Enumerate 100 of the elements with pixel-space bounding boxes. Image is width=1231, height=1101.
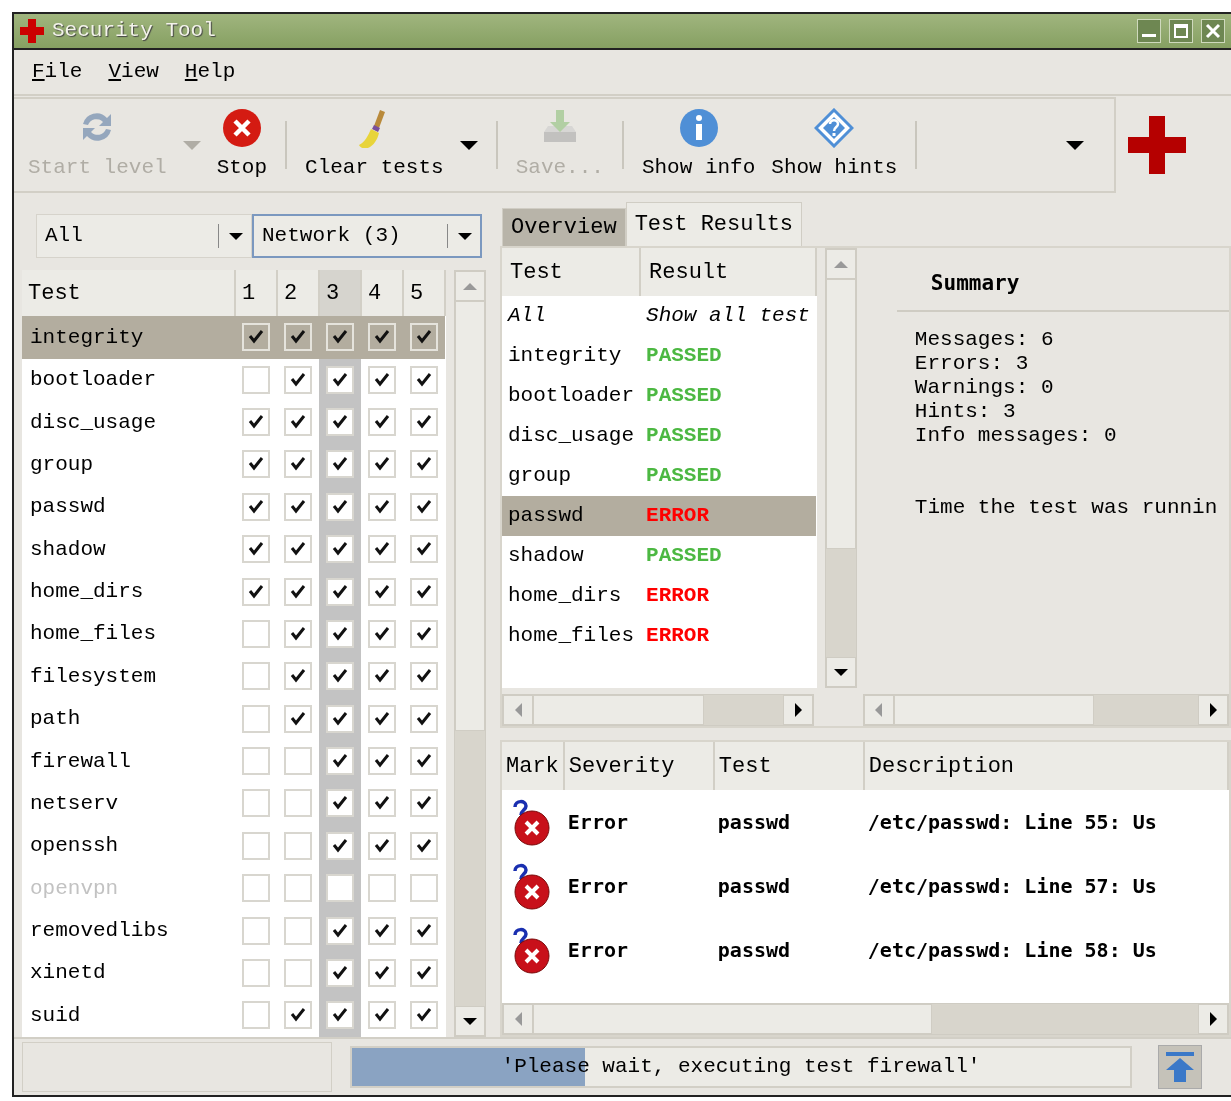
level-checkbox[interactable] bbox=[368, 365, 396, 394]
level-checkbox[interactable] bbox=[410, 577, 438, 606]
test-name[interactable]: removedlibs bbox=[22, 909, 235, 953]
test-name[interactable]: shadow bbox=[502, 536, 641, 576]
level-checkbox[interactable] bbox=[242, 916, 270, 945]
horizontal-scrollbar[interactable] bbox=[502, 1003, 1229, 1035]
test-name[interactable]: home_files bbox=[22, 613, 235, 656]
level-checkbox[interactable] bbox=[368, 1001, 396, 1030]
level-checkbox[interactable] bbox=[368, 323, 396, 352]
level-checkbox[interactable] bbox=[326, 408, 354, 437]
level-checkbox[interactable] bbox=[326, 916, 354, 945]
test-name[interactable]: filesystem bbox=[22, 655, 235, 698]
horizontal-scrollbar[interactable] bbox=[502, 694, 814, 726]
level-checkbox[interactable] bbox=[368, 789, 396, 818]
level-checkbox[interactable] bbox=[242, 704, 270, 733]
test-name[interactable]: bootloader bbox=[502, 376, 641, 416]
level-checkbox[interactable] bbox=[326, 662, 354, 691]
test-name[interactable]: integrity bbox=[22, 316, 235, 359]
level-checkbox[interactable] bbox=[242, 535, 270, 564]
level-checkbox[interactable] bbox=[326, 365, 354, 394]
tab[interactable]: Overview bbox=[502, 208, 626, 246]
level-checkbox[interactable] bbox=[368, 535, 396, 564]
level-checkbox[interactable] bbox=[368, 662, 396, 691]
level-checkbox[interactable] bbox=[368, 450, 396, 479]
scroll-right-icon[interactable] bbox=[1209, 703, 1217, 717]
toolbar-button[interactable]: Show info bbox=[633, 103, 764, 187]
level-checkbox[interactable] bbox=[326, 619, 354, 648]
test-name[interactable]: firewall bbox=[22, 740, 235, 783]
dropdown-arrow-icon[interactable] bbox=[459, 140, 478, 150]
level-checkbox[interactable] bbox=[326, 577, 354, 606]
test-name[interactable]: disc_usage bbox=[502, 416, 641, 456]
level-checkbox[interactable] bbox=[368, 577, 396, 606]
level-checkbox[interactable] bbox=[242, 323, 270, 352]
level-checkbox[interactable] bbox=[326, 450, 354, 479]
level-checkbox[interactable] bbox=[326, 323, 354, 352]
overflow-caret-icon[interactable] bbox=[1066, 140, 1084, 150]
level-checkbox[interactable] bbox=[284, 619, 312, 648]
filter-dropdown[interactable]: Network (3) bbox=[252, 214, 482, 258]
level-checkbox[interactable] bbox=[284, 704, 312, 733]
level-checkbox[interactable] bbox=[410, 619, 438, 648]
level-checkbox[interactable] bbox=[284, 1001, 312, 1030]
level-checkbox[interactable] bbox=[284, 747, 312, 776]
column-header[interactable]: Result bbox=[640, 248, 816, 296]
level-checkbox[interactable] bbox=[410, 323, 438, 352]
menu-item[interactable]: Help bbox=[184, 56, 236, 88]
level-checkbox[interactable] bbox=[410, 450, 438, 479]
column-header[interactable]: 1 bbox=[235, 270, 277, 317]
test-name[interactable]: disc_usage bbox=[22, 401, 235, 444]
toolbar-button[interactable]: Show hints bbox=[763, 103, 906, 187]
level-checkbox[interactable] bbox=[368, 747, 396, 776]
level-checkbox[interactable] bbox=[410, 789, 438, 818]
level-checkbox[interactable] bbox=[242, 450, 270, 479]
test-name[interactable]: passwd bbox=[502, 496, 641, 536]
level-checkbox[interactable] bbox=[410, 1001, 438, 1030]
level-checkbox[interactable] bbox=[326, 831, 354, 860]
level-checkbox[interactable] bbox=[326, 1001, 354, 1030]
test-name[interactable]: integrity bbox=[502, 336, 641, 376]
test-name[interactable]: home_dirs bbox=[22, 570, 235, 614]
vertical-scrollbar[interactable] bbox=[454, 270, 486, 1037]
level-checkbox[interactable] bbox=[242, 1001, 270, 1030]
menu-item[interactable]: File bbox=[32, 56, 83, 88]
level-checkbox[interactable] bbox=[284, 450, 312, 479]
column-header[interactable]: 2 bbox=[277, 270, 319, 317]
level-checkbox[interactable] bbox=[410, 916, 438, 945]
level-checkbox[interactable] bbox=[410, 831, 438, 860]
level-checkbox[interactable] bbox=[410, 662, 438, 691]
toolbar-button[interactable]: Clear tests bbox=[297, 103, 452, 187]
test-name[interactable]: All bbox=[502, 296, 641, 336]
level-checkbox[interactable] bbox=[242, 408, 270, 437]
scroll-down-icon[interactable] bbox=[833, 668, 848, 676]
level-checkbox[interactable] bbox=[284, 916, 312, 945]
column-header[interactable]: Mark bbox=[502, 742, 564, 790]
level-checkbox[interactable] bbox=[326, 535, 354, 564]
test-name[interactable]: xinetd bbox=[22, 952, 235, 995]
level-checkbox[interactable] bbox=[242, 577, 270, 606]
test-name[interactable]: bootloader bbox=[22, 358, 235, 402]
level-checkbox[interactable] bbox=[368, 958, 396, 987]
level-checkbox[interactable] bbox=[410, 408, 438, 437]
horizontal-scrollbar[interactable] bbox=[862, 694, 1229, 726]
test-name[interactable]: netserv bbox=[22, 782, 235, 825]
level-checkbox[interactable] bbox=[284, 408, 312, 437]
level-checkbox[interactable] bbox=[284, 789, 312, 818]
filter-dropdown[interactable]: All bbox=[36, 214, 252, 258]
level-checkbox[interactable] bbox=[410, 704, 438, 733]
test-name[interactable]: group bbox=[502, 456, 641, 496]
column-header[interactable]: 3 bbox=[319, 270, 361, 317]
column-header[interactable]: Test bbox=[22, 270, 235, 317]
minimize-button[interactable] bbox=[1137, 19, 1161, 43]
level-checkbox[interactable] bbox=[368, 704, 396, 733]
test-name[interactable]: home_files bbox=[502, 616, 641, 656]
close-button[interactable] bbox=[1201, 19, 1225, 43]
level-checkbox[interactable] bbox=[368, 916, 396, 945]
level-checkbox[interactable] bbox=[242, 492, 270, 521]
menu-item[interactable]: View bbox=[108, 56, 159, 88]
test-name[interactable]: home_dirs bbox=[502, 576, 641, 616]
level-checkbox[interactable] bbox=[284, 535, 312, 564]
level-checkbox[interactable] bbox=[326, 704, 354, 733]
level-checkbox[interactable] bbox=[284, 577, 312, 606]
vertical-scrollbar[interactable] bbox=[824, 248, 857, 688]
test-name[interactable]: shadow bbox=[22, 528, 235, 571]
